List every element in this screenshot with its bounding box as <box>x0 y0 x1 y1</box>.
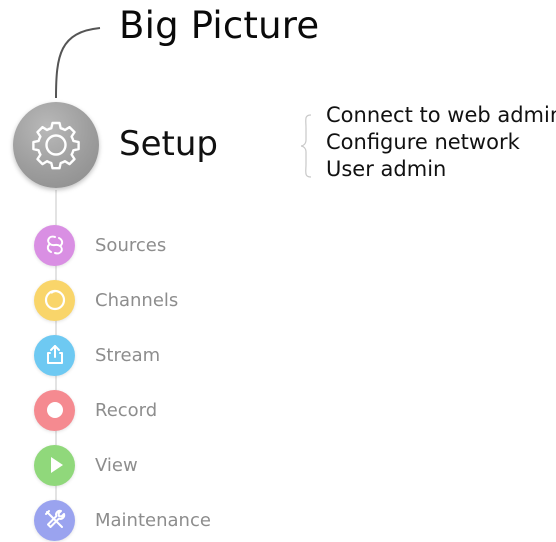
nav-label-sources: Sources <box>95 234 167 256</box>
submenu-bracket <box>300 114 312 178</box>
setup-label[interactable]: Setup <box>119 122 218 166</box>
nav-item-record[interactable]: Record <box>34 388 294 432</box>
submenu-item-user-admin[interactable]: User admin <box>326 156 556 183</box>
nav-label-stream: Stream <box>95 344 161 366</box>
setup-button[interactable] <box>13 102 99 188</box>
play-icon <box>34 444 75 486</box>
page-title: Big Picture <box>119 4 320 47</box>
record-icon <box>34 389 75 431</box>
tools-icon <box>34 499 75 541</box>
submenu-item-configure-network[interactable]: Configure network <box>326 129 556 156</box>
nav-item-maintenance[interactable]: Maintenance <box>34 498 294 542</box>
nav-item-channels[interactable]: Channels <box>34 278 294 322</box>
nav-item-view[interactable]: View <box>34 443 294 487</box>
submenu-item-connect-web-admin[interactable]: Connect to web admin <box>326 102 556 129</box>
upload-icon <box>34 334 75 376</box>
nav-label-maintenance: Maintenance <box>95 509 211 531</box>
link-icon <box>34 224 75 266</box>
nav-label-channels: Channels <box>95 289 179 311</box>
nav-label-record: Record <box>95 399 158 421</box>
nav-item-sources[interactable]: Sources <box>34 223 294 267</box>
ring-icon <box>34 279 75 321</box>
nav-item-stream[interactable]: Stream <box>34 333 294 377</box>
nav-label-view: View <box>95 454 138 476</box>
gear-icon <box>32 121 80 170</box>
setup-submenu: Connect to web admin Configure network U… <box>326 102 556 183</box>
